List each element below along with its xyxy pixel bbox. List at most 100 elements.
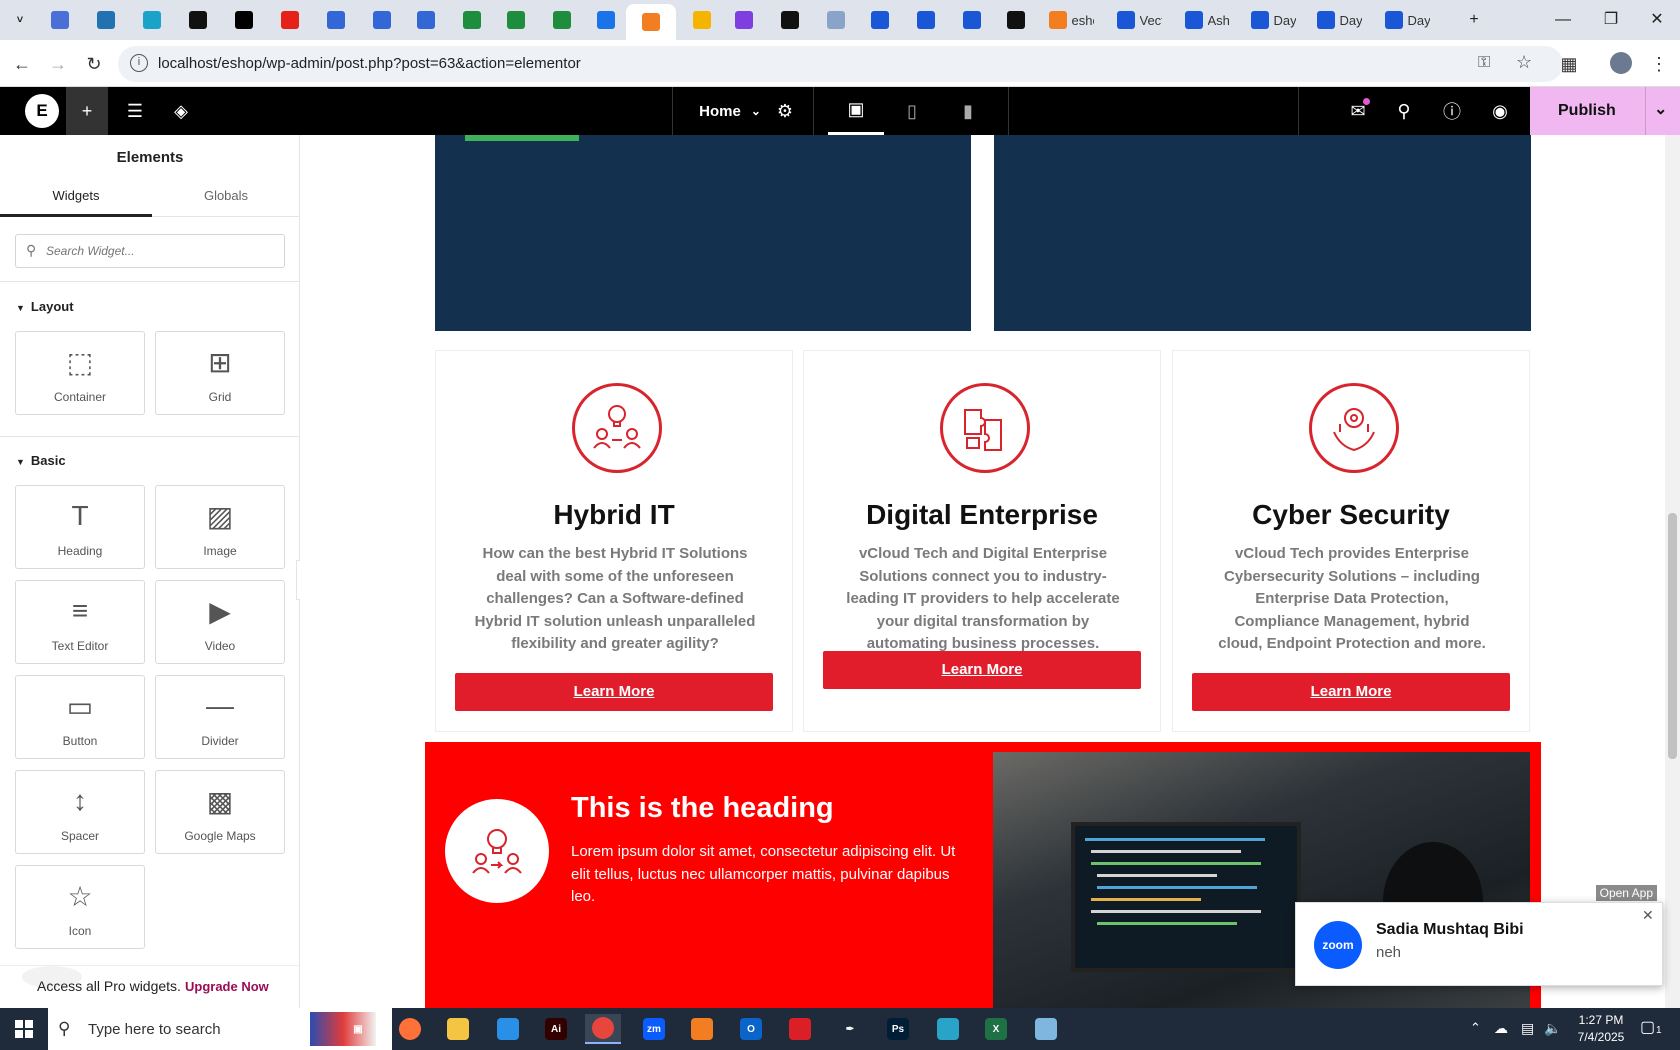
- elementor-logo[interactable]: E: [22, 87, 62, 135]
- browser-tab[interactable]: [768, 6, 812, 34]
- site-settings-sliders-icon[interactable]: ☰: [114, 87, 156, 135]
- scrollbar-thumb[interactable]: [1668, 513, 1677, 759]
- action-center-icon[interactable]: ▢ 1: [1640, 1017, 1664, 1037]
- browser-tab[interactable]: [950, 6, 994, 34]
- browser-tab[interactable]: [404, 6, 448, 34]
- upgrade-now-link[interactable]: Upgrade Now: [185, 979, 269, 994]
- photoshop-icon[interactable]: Ps: [880, 1014, 916, 1044]
- extensions-icon[interactable]: ▦: [1555, 50, 1583, 78]
- browser-tab[interactable]: [814, 6, 858, 34]
- browser-tab[interactable]: [450, 6, 494, 34]
- browser-tab[interactable]: [858, 6, 902, 34]
- browser-tab[interactable]: [38, 6, 82, 34]
- browser-tab[interactable]: [680, 6, 724, 34]
- mobile-view-icon[interactable]: ▮: [940, 87, 996, 135]
- widget-grid[interactable]: ⊞ Grid: [155, 331, 285, 415]
- outlook-icon[interactable]: O: [733, 1014, 769, 1044]
- search-icon[interactable]: ⚲: [1386, 87, 1422, 135]
- tab-globals[interactable]: Globals: [152, 181, 299, 217]
- widget-image[interactable]: ▨ Image: [155, 485, 285, 569]
- publish-button[interactable]: Publish ⌄: [1530, 87, 1680, 135]
- page-settings-gear-icon[interactable]: ⚙: [770, 87, 800, 135]
- learn-more-button[interactable]: Learn More: [823, 651, 1141, 689]
- browser-tab[interactable]: [360, 6, 404, 34]
- minimize-button[interactable]: —: [1549, 8, 1577, 32]
- taskbar-clock[interactable]: 1:27 PM 7/4/2025: [1566, 1012, 1636, 1046]
- widget-container[interactable]: ⬚ Container: [15, 331, 145, 415]
- close-window-button[interactable]: ✕: [1643, 8, 1671, 32]
- browser-tab[interactable]: ˅: [6, 6, 34, 34]
- illustrator-icon[interactable]: Ai: [538, 1014, 574, 1044]
- add-element-button[interactable]: +: [66, 87, 108, 135]
- site-info-icon[interactable]: i: [130, 54, 148, 72]
- url-box[interactable]: i localhost/eshop/wp-admin/post.php?post…: [118, 46, 1563, 82]
- browser-tab[interactable]: esho: [1038, 6, 1104, 34]
- browser-tab[interactable]: Day: [1374, 6, 1440, 34]
- file-explorer-icon[interactable]: [440, 1014, 476, 1044]
- firefox-icon[interactable]: [392, 1014, 428, 1044]
- app-icon[interactable]: [930, 1014, 966, 1044]
- help-icon[interactable]: ⓘ: [1434, 87, 1470, 135]
- learn-more-button[interactable]: Learn More: [1192, 673, 1510, 711]
- tab-widgets[interactable]: Widgets: [0, 181, 152, 217]
- new-tab-button[interactable]: +: [1460, 8, 1488, 32]
- widget-button[interactable]: ▭ Button: [15, 675, 145, 759]
- bookmark-star-icon[interactable]: ☆: [1516, 52, 1532, 73]
- browser-tab[interactable]: Day: [1240, 6, 1306, 34]
- browser-tab[interactable]: Ash: [1174, 6, 1240, 34]
- browser-tab[interactable]: [994, 6, 1038, 34]
- browser-tab[interactable]: [494, 6, 538, 34]
- close-icon[interactable]: ✕: [1642, 907, 1654, 924]
- password-key-icon[interactable]: ⚿: [1478, 54, 1490, 72]
- browser-tab[interactable]: [222, 6, 266, 34]
- network-icon[interactable]: ▤: [1521, 1020, 1534, 1037]
- vscode-icon[interactable]: [490, 1014, 526, 1044]
- zoom-app-icon[interactable]: zm: [636, 1014, 672, 1044]
- task-view-icon[interactable]: ▣: [340, 1014, 376, 1044]
- zoom-notification[interactable]: zoom Sadia Mushtaq Bibi neh ✕: [1295, 902, 1663, 986]
- browser-tab[interactable]: [314, 6, 358, 34]
- back-button[interactable]: ←: [8, 50, 36, 78]
- widget-heading[interactable]: T Heading: [15, 485, 145, 569]
- publish-options-chevron-icon[interactable]: ⌄: [1654, 99, 1667, 119]
- onedrive-icon[interactable]: ☁: [1494, 1020, 1508, 1037]
- structure-layers-icon[interactable]: ◈: [160, 87, 202, 135]
- page-name-dropdown[interactable]: Home ⌄: [680, 87, 780, 135]
- widget-divider[interactable]: — Divider: [155, 675, 285, 759]
- browser-tab[interactable]: [584, 6, 628, 34]
- browser-tab[interactable]: [722, 6, 766, 34]
- section-basic-header[interactable]: ▼ Basic: [16, 453, 66, 468]
- browser-tab[interactable]: [904, 6, 948, 34]
- browser-tab[interactable]: [540, 6, 584, 34]
- preview-eye-icon[interactable]: ◉: [1482, 87, 1518, 135]
- browser-tab[interactable]: Vect: [1106, 6, 1172, 34]
- volume-icon[interactable]: 🔈: [1544, 1020, 1561, 1037]
- learn-more-button[interactable]: Learn More: [455, 673, 773, 711]
- tablet-view-icon[interactable]: ▯: [884, 87, 940, 135]
- windows-start-icon[interactable]: [6, 1014, 42, 1044]
- browser-tab[interactable]: [626, 4, 676, 40]
- restore-button[interactable]: ❐: [1597, 8, 1625, 32]
- widget-spacer[interactable]: ↕ Spacer: [15, 770, 145, 854]
- widget-icon[interactable]: ☆ Icon: [15, 865, 145, 949]
- pen-tool-icon[interactable]: ✒: [832, 1014, 868, 1044]
- reload-button[interactable]: ↻: [80, 50, 108, 78]
- chrome-icon[interactable]: [585, 1014, 621, 1044]
- browser-menu-icon[interactable]: ⋮: [1645, 50, 1673, 78]
- open-app-link[interactable]: Open App: [1595, 885, 1657, 901]
- forward-button[interactable]: →: [44, 50, 72, 78]
- browser-tab[interactable]: [84, 6, 128, 34]
- desktop-view-icon[interactable]: ▣: [828, 87, 884, 135]
- creative-cloud-icon[interactable]: [782, 1014, 818, 1044]
- excel-icon[interactable]: X: [978, 1014, 1014, 1044]
- browser-tab[interactable]: [130, 6, 174, 34]
- notepad-icon[interactable]: [1028, 1014, 1064, 1044]
- widget-search-box[interactable]: ⚲: [15, 234, 285, 268]
- xampp-app-icon[interactable]: [684, 1014, 720, 1044]
- widget-text-editor[interactable]: ≡ Text Editor: [15, 580, 145, 664]
- show-hidden-icons-icon[interactable]: ⌃: [1470, 1020, 1481, 1036]
- browser-tab[interactable]: [268, 6, 312, 34]
- widget-video[interactable]: ▶ Video: [155, 580, 285, 664]
- canvas-scrollbar[interactable]: [1665, 135, 1680, 1008]
- browser-tab[interactable]: [176, 6, 220, 34]
